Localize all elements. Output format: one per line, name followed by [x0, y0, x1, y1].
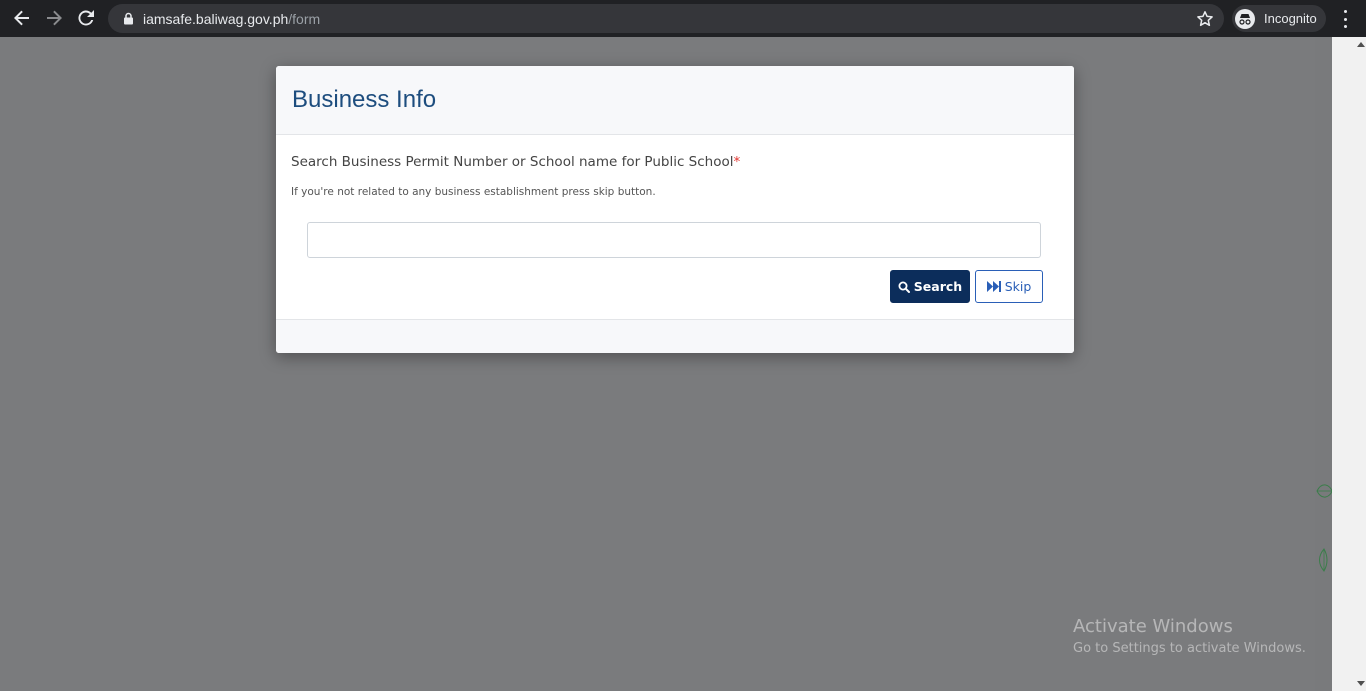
fast-forward-icon — [986, 281, 1001, 292]
business-search-input[interactable] — [307, 222, 1041, 258]
scrollbar-gutter — [1332, 37, 1366, 691]
business-info-modal: Business Info Search Business Permit Num… — [276, 66, 1074, 353]
modal-title: Business Info — [292, 86, 437, 113]
url-text: iamsafe.baliwag.gov.ph/form — [143, 11, 320, 27]
address-bar[interactable]: iamsafe.baliwag.gov.ph/form — [108, 4, 1224, 33]
kebab-menu-icon[interactable] — [1336, 9, 1354, 29]
watermark-title: Activate Windows — [1073, 616, 1233, 637]
leaf-decoration-icon — [1319, 548, 1328, 572]
search-field-label: Search Business Permit Number or School … — [291, 154, 740, 170]
activate-windows-watermark: Activate Windows Go to Settings to activ… — [1073, 616, 1306, 656]
search-button-label: Search — [913, 279, 963, 294]
search-icon — [898, 281, 910, 293]
skip-button[interactable]: Skip — [975, 270, 1043, 303]
modal-footer — [276, 319, 1074, 353]
leaf-decoration-icon — [1316, 484, 1332, 498]
incognito-label: Incognito — [1264, 11, 1317, 26]
url-host: iamsafe.baliwag.gov.ph — [143, 10, 289, 27]
scroll-up-arrow-icon[interactable] — [1357, 42, 1365, 47]
star-icon[interactable] — [1196, 10, 1214, 28]
reload-icon[interactable] — [70, 2, 102, 34]
back-arrow-icon[interactable] — [6, 2, 38, 34]
search-field-label-text: Search Business Permit Number or School … — [291, 154, 734, 170]
search-button[interactable]: Search — [890, 270, 970, 303]
modal-header: Business Info — [276, 66, 1074, 135]
scrollbar-track[interactable] — [1315, 37, 1332, 691]
scroll-down-arrow-icon[interactable] — [1357, 681, 1365, 686]
incognito-icon — [1235, 8, 1255, 29]
skip-help-text: If you're not related to any business es… — [291, 186, 656, 198]
forward-arrow-icon[interactable] — [38, 2, 70, 34]
browser-toolbar: iamsafe.baliwag.gov.ph/form Incognito — [0, 0, 1366, 37]
lock-icon — [121, 12, 135, 26]
watermark-subtitle: Go to Settings to activate Windows. — [1073, 641, 1306, 656]
incognito-profile[interactable]: Incognito — [1232, 5, 1326, 32]
required-mark: * — [733, 154, 741, 170]
url-path: /form — [288, 10, 321, 27]
modal-body: Search Business Permit Number or School … — [276, 135, 1074, 319]
skip-button-label: Skip — [1004, 279, 1032, 294]
